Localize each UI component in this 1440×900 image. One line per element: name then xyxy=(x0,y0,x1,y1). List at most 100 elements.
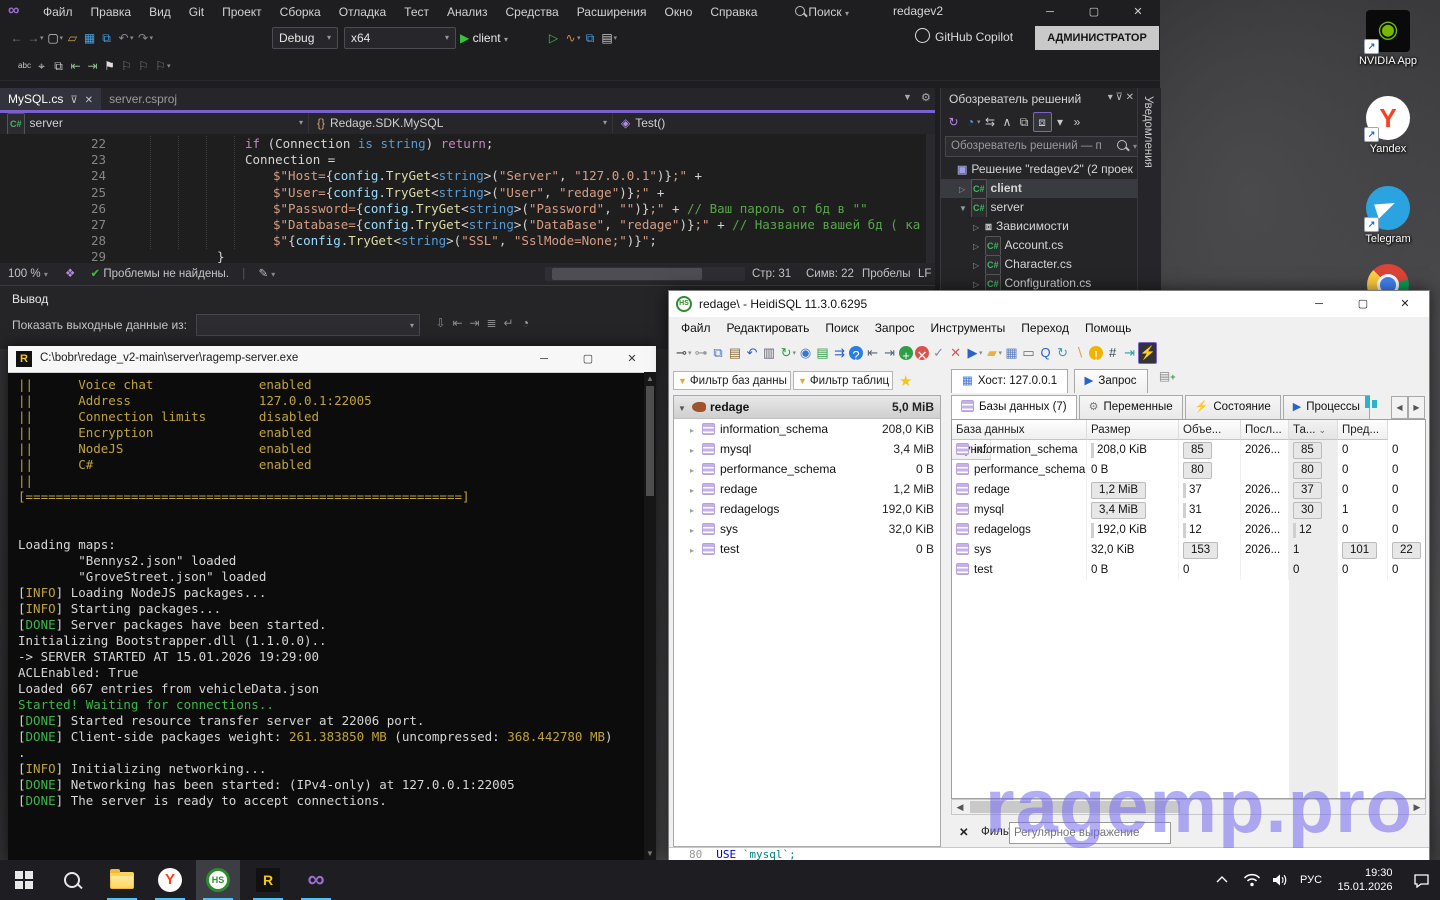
pin-icon[interactable]: ⊽ xyxy=(70,95,77,106)
scroll-up-icon[interactable]: ▲ xyxy=(644,374,656,383)
desktop-icon-Telegram[interactable]: ↗Telegram xyxy=(1346,186,1430,245)
output-source-select[interactable]: ▾ xyxy=(196,314,420,336)
filter-tables-input[interactable]: ▼Фильтр таблиц xyxy=(793,371,893,390)
table-row[interactable]: information_schema208,0 KiB852026...8500 xyxy=(952,440,1425,460)
chart-tab[interactable] xyxy=(1365,396,1377,411)
maximize-button[interactable]: ▢ xyxy=(568,346,608,372)
chevron-icon[interactable]: ▷ xyxy=(973,256,985,274)
chevron-icon[interactable]: ▸ xyxy=(690,481,702,501)
scroll-left-icon[interactable]: ◀ xyxy=(952,800,968,814)
db-item-test[interactable]: ▸test0 B xyxy=(674,539,940,559)
run-query-dropdown-icon[interactable]: ▾ xyxy=(979,349,983,357)
status-eol[interactable]: LF xyxy=(918,263,931,285)
chevron-icon[interactable]: ▸ xyxy=(690,441,702,461)
open-file-icon[interactable]: ▱ xyxy=(64,29,81,47)
desktop-icon-NVIDIA App[interactable]: ↗NVIDIA App xyxy=(1346,10,1430,67)
code-editor[interactable]: 2223242526272829 if (Connection is strin… xyxy=(0,134,935,263)
sync-active-icon[interactable]: ↻ xyxy=(945,113,962,131)
window-layout-dropdown-icon[interactable]: ▾ xyxy=(614,34,618,42)
heidi-menu-Редактировать[interactable]: Редактировать xyxy=(719,317,818,339)
insert-record-icon[interactable]: + xyxy=(899,346,913,360)
wifi-icon[interactable] xyxy=(1240,860,1264,900)
filter-databases-input[interactable]: ▼Фильтр баз данны xyxy=(673,371,791,390)
new-project-dropdown-icon[interactable]: ▾ xyxy=(60,34,64,42)
db-item-information_schema[interactable]: ▸information_schema208,0 KiB xyxy=(674,419,940,439)
search-icon[interactable]: Q xyxy=(1037,343,1054,363)
overflow-icon[interactable]: » xyxy=(1069,113,1086,131)
new-query-tab-icon[interactable]: ▤+ xyxy=(1159,369,1176,383)
undo-dropdown-icon[interactable]: ▾ xyxy=(130,34,134,42)
tab-options-gear-icon[interactable]: ⚙ xyxy=(921,91,931,104)
tree-item-server[interactable]: ▼C#server xyxy=(941,198,1138,217)
vs-menu-Анализ[interactable]: Анализ xyxy=(438,0,497,24)
reformat-sql-icon[interactable]: ⚡ xyxy=(1138,342,1157,364)
desktop-icon-Yandex[interactable]: Y↗Yandex xyxy=(1346,96,1430,155)
table-row[interactable]: redagelogs192,0 KiB122026...1200 xyxy=(952,520,1425,540)
volume-icon[interactable] xyxy=(1268,860,1292,900)
member-dropdown[interactable]: ◈Test() xyxy=(613,113,935,133)
column-header-Посл...[interactable]: Посл... xyxy=(1241,420,1289,440)
cancel-record-icon[interactable]: ✕ xyxy=(915,346,929,360)
panel-buttons[interactable]: ▾ ⊽ ✕ xyxy=(1108,92,1134,103)
heidi-menu-Переход[interactable]: Переход xyxy=(1013,317,1077,339)
close-button[interactable]: ✕ xyxy=(1383,291,1427,317)
table-row[interactable]: mysql3,4 MiB312026...3010 xyxy=(952,500,1425,520)
nav-forward-dropdown-icon[interactable]: ▾ xyxy=(40,34,44,42)
code-line[interactable]: Connection = xyxy=(110,152,935,168)
switch-views-icon[interactable]: ⇆ xyxy=(982,113,999,131)
tray-chevron-up-icon[interactable] xyxy=(1210,860,1234,900)
taskbar-explorer-button[interactable] xyxy=(100,860,144,900)
table-row[interactable]: test0 B0000 xyxy=(952,560,1425,580)
vs-menu-Отладка[interactable]: Отладка xyxy=(330,0,395,24)
spell-check-icon[interactable]: abc xyxy=(16,57,33,75)
indent-increase-icon[interactable]: ⇥ xyxy=(84,57,101,75)
minimize-button[interactable]: ─ xyxy=(1297,291,1341,317)
pending-changes-dropdown-icon[interactable]: ▾ xyxy=(977,118,981,126)
vs-menu-Расширения[interactable]: Расширения xyxy=(568,0,656,24)
tab-Базы данных (7)[interactable]: Базы данных (7) xyxy=(951,395,1077,419)
history-icon[interactable]: ◔ xyxy=(517,314,534,332)
session-item-redage[interactable]: ▼redage 5,0 MiB xyxy=(674,396,940,419)
chevron-icon[interactable]: ▷ xyxy=(959,180,971,198)
clock[interactable]: 19:3015.01.2026 xyxy=(1328,860,1402,900)
clear-filter-icon[interactable]: ✕ xyxy=(959,825,969,839)
paste-indent-icon[interactable]: ⧉ xyxy=(50,57,67,75)
tab-host[interactable]: ▦Хост: 127.0.0.1 xyxy=(951,369,1068,393)
connect-dropdown-icon[interactable]: ▾ xyxy=(688,349,692,357)
platform-select[interactable]: x64▾ xyxy=(344,27,456,49)
bookmark-prev-icon[interactable]: ⚐ xyxy=(118,57,135,75)
solution-config-select[interactable]: Debug▾ xyxy=(272,27,338,49)
chevron-icon[interactable]: ▸ xyxy=(690,461,702,481)
code-line[interactable]: $"Host={config.TryGet<string>("Server", … xyxy=(110,168,935,184)
bookmark-next-icon[interactable]: ⚐ xyxy=(135,57,152,75)
console-scrollbar[interactable]: ▲ ▼ xyxy=(644,372,656,860)
vs-menu-Сборка[interactable]: Сборка xyxy=(271,0,330,24)
vs-search-box[interactable]: Поиск ▾ xyxy=(795,3,887,21)
heidi-menu-Инструменты[interactable]: Инструменты xyxy=(922,317,1013,339)
chevron-icon[interactable]: ▷ xyxy=(973,237,985,255)
taskbar-yandex-button[interactable]: Y xyxy=(148,860,192,900)
vs-menu-Правка[interactable]: Правка xyxy=(82,0,141,24)
host-monitor-icon[interactable]: ▭ xyxy=(1020,343,1037,363)
pointer-mode-icon[interactable]: ⌖ xyxy=(33,57,50,75)
code-line[interactable]: $"Password={config.TryGet<string>("Passw… xyxy=(110,201,935,217)
vs-menu-Git[interactable]: Git xyxy=(180,0,213,24)
taskbar-heidisql-button[interactable]: HS xyxy=(196,860,240,900)
notifications-vertical-tab[interactable]: Уведомления xyxy=(1137,88,1161,290)
clean-icon[interactable]: ∖ xyxy=(1071,343,1088,363)
zoom-select[interactable]: 100 % ▾ xyxy=(8,268,48,280)
table-row[interactable]: redage1,2 MiB372026...3700 xyxy=(952,480,1425,500)
clear-output-icon[interactable]: ≣ xyxy=(483,314,500,332)
chevron-icon[interactable]: ▼ xyxy=(959,199,971,217)
language-indicator[interactable]: РУС xyxy=(1294,860,1328,900)
tab-Состояние[interactable]: ⚡Состояние xyxy=(1185,395,1281,419)
db-item-mysql[interactable]: ▸mysql3,4 MiB xyxy=(674,439,940,459)
start-debug-button[interactable]: ▶ client ▾ xyxy=(460,27,508,49)
save-all-icon[interactable]: ⧉ xyxy=(98,29,115,47)
db-item-sys[interactable]: ▸sys32,0 KiB xyxy=(674,519,940,539)
close-button[interactable]: ✕ xyxy=(1116,0,1160,24)
type-dropdown[interactable]: {}Redage.SDK.MySQL▾ xyxy=(309,113,613,133)
word-wrap-icon[interactable]: ↵ xyxy=(500,314,517,332)
profiler-dropdown-icon[interactable]: ▾ xyxy=(577,34,581,42)
vs-menu-Вид[interactable]: Вид xyxy=(140,0,180,24)
